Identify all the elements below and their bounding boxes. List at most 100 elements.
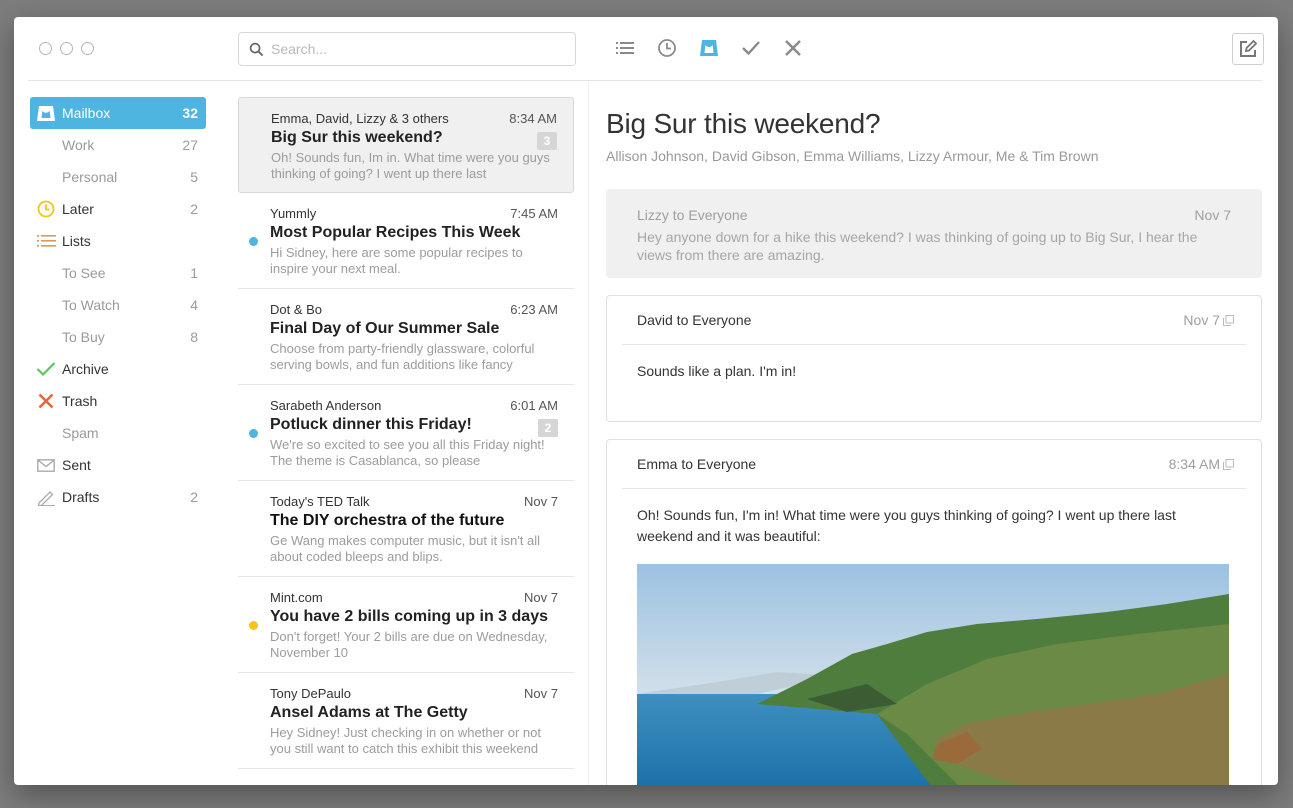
toolbar xyxy=(14,17,1278,81)
message-sender: David to Everyone xyxy=(637,312,752,328)
message-list-item[interactable]: Tony DePaulo Nov 7 Ansel Adams at The Ge… xyxy=(238,673,574,769)
message-header[interactable]: David to Everyone Nov 7 xyxy=(622,296,1246,345)
expand-icon[interactable] xyxy=(1223,314,1234,326)
sidebar-item-archive[interactable]: Archive xyxy=(30,353,206,385)
expand-icon[interactable] xyxy=(1223,458,1234,470)
thread-message: David to Everyone Nov 7 Sounds like a pl… xyxy=(606,295,1262,422)
message-preview: Oh! Sounds fun, Im in. What time were yo… xyxy=(271,150,550,181)
later-button[interactable] xyxy=(656,37,678,59)
sidebar-item-label: Mailbox xyxy=(62,105,111,121)
delete-button[interactable] xyxy=(782,37,804,59)
message-preview: Hey Sidney! Just checking in on whether … xyxy=(270,725,541,756)
message-body: Oh! Sounds fun, I'm in! What time were y… xyxy=(637,507,1176,544)
unread-dot xyxy=(249,429,258,438)
thread-view: Big Sur this weekend? Allison Johnson, D… xyxy=(606,97,1262,785)
sidebar-item-later[interactable]: Later 2 xyxy=(30,193,206,225)
message-subject: Most Popular Recipes This Week xyxy=(270,224,521,241)
message-list-item[interactable]: Sarabeth Anderson 6:01 AM Potluck dinner… xyxy=(238,385,574,481)
message-time: Nov 7 xyxy=(524,686,558,701)
sidebar-item-count: 5 xyxy=(190,169,198,185)
sidebar-item-mailbox[interactable]: Mailbox 32 xyxy=(30,97,206,129)
attached-photo[interactable] xyxy=(637,564,1229,785)
thread-participants: Allison Johnson, David Gibson, Emma Will… xyxy=(606,148,1099,164)
message-body-wrap: Oh! Sounds fun, I'm in! What time were y… xyxy=(607,489,1261,785)
message-subject: Ansel Adams at The Getty xyxy=(270,704,468,721)
message-preview: Choose from party-friendly glassware, co… xyxy=(270,341,535,372)
mailbox-icon xyxy=(700,40,718,56)
message-subject: Big Sur this weekend? xyxy=(271,129,443,146)
sidebar-item-spam[interactable]: Spam xyxy=(30,417,206,449)
message-date: 8:34 AM xyxy=(1168,456,1220,472)
message-subject: The DIY orchestra of the future xyxy=(270,512,505,529)
message-preview: Ge Wang makes computer music, but it isn… xyxy=(270,533,541,564)
message-sender: Emma to Everyone xyxy=(637,456,757,472)
message-time: 8:34 AM xyxy=(509,111,557,126)
clock-icon xyxy=(658,39,676,57)
x-icon xyxy=(785,40,801,56)
message-body: Sounds like a plan. I'm in! xyxy=(637,363,797,379)
sidebar-item-lists[interactable]: Lists xyxy=(30,225,206,257)
sidebar-item-label: Trash xyxy=(62,393,98,409)
list-button[interactable] xyxy=(614,37,636,59)
sidebar-item-label: To Watch xyxy=(62,297,120,313)
sidebar-item-count: 27 xyxy=(182,137,198,153)
message-list-item[interactable]: Emma, David, Lizzy & 3 others 8:34 AM Bi… xyxy=(238,97,574,193)
compose-button[interactable] xyxy=(1232,33,1264,65)
message-header[interactable]: Emma to Everyone 8:34 AM xyxy=(622,440,1246,489)
sidebar-item-drafts[interactable]: Drafts 2 xyxy=(30,481,206,513)
mailbox-button[interactable] xyxy=(698,37,720,59)
search-icon xyxy=(249,42,264,56)
sidebar: Mailbox 32 Work 27 Personal 5 Later 2 Li… xyxy=(30,97,206,513)
sidebar-item-label: Personal xyxy=(62,169,118,185)
message-sender: Mint.com xyxy=(270,590,323,605)
search-input[interactable] xyxy=(271,41,561,57)
minimize-window-button[interactable] xyxy=(60,42,73,55)
search-box[interactable] xyxy=(238,32,576,66)
thread-count-badge: 3 xyxy=(537,132,557,150)
sidebar-item-personal[interactable]: Personal 5 xyxy=(30,161,206,193)
message-time: 6:23 AM xyxy=(510,302,558,317)
archive-button[interactable] xyxy=(740,37,762,59)
column-divider xyxy=(588,81,589,785)
message-preview: We're so excited to see you all this Fri… xyxy=(270,437,545,468)
message-time: Nov 7 xyxy=(524,494,558,509)
sidebar-item-count: 2 xyxy=(190,201,198,217)
zoom-window-button[interactable] xyxy=(81,42,94,55)
message-subject: You have 2 bills coming up in 3 days xyxy=(270,608,548,625)
sidebar-item-sent[interactable]: Sent xyxy=(30,449,206,481)
message-actions xyxy=(614,37,804,59)
message-sender: Today's TED Talk xyxy=(270,494,370,509)
sidebar-item-count: 32 xyxy=(182,105,198,121)
message-list-item[interactable]: Today's TED Talk Nov 7 The DIY orchestra… xyxy=(238,481,574,577)
sidebar-item-label: To Buy xyxy=(62,329,105,345)
sidebar-item-to-see[interactable]: To See 1 xyxy=(30,257,206,289)
unread-dot xyxy=(249,237,258,246)
unread-dot xyxy=(249,621,258,630)
sidebar-item-count: 8 xyxy=(190,329,198,345)
message-time: Nov 7 xyxy=(524,590,558,605)
message-preview: Don't forget! Your 2 bills are due on We… xyxy=(270,629,548,660)
thread-message: Emma to Everyone 8:34 AM Oh! Sounds fun,… xyxy=(606,439,1262,785)
message-body: Hey anyone down for a hike this weekend?… xyxy=(637,229,1198,263)
message-subject: Potluck dinner this Friday! xyxy=(270,416,472,433)
message-list-item[interactable]: Dot & Bo 6:23 AM Final Day of Our Summer… xyxy=(238,289,574,385)
sidebar-item-to-buy[interactable]: To Buy 8 xyxy=(30,321,206,353)
thread-count-badge: 2 xyxy=(538,419,558,437)
sidebar-item-label: Archive xyxy=(62,361,109,377)
message-list: Emma, David, Lizzy & 3 others 8:34 AM Bi… xyxy=(238,97,574,769)
close-window-button[interactable] xyxy=(39,42,52,55)
sidebar-item-to-watch[interactable]: To Watch 4 xyxy=(30,289,206,321)
toolbar-divider xyxy=(28,80,1262,81)
message-date-group: Nov 7 xyxy=(1183,312,1234,328)
message-list-item[interactable]: Yummly 7:45 AM Most Popular Recipes This… xyxy=(238,193,574,289)
app-window: Mailbox 32 Work 27 Personal 5 Later 2 Li… xyxy=(14,17,1278,785)
message-list-item[interactable]: Mint.com Nov 7 You have 2 bills coming u… xyxy=(238,577,574,673)
sidebar-item-work[interactable]: Work 27 xyxy=(30,129,206,161)
collapsed-message[interactable]: Lizzy to Everyone Nov 7 Hey anyone down … xyxy=(606,189,1262,278)
thread-title: Big Sur this weekend? xyxy=(606,108,881,139)
message-time: 7:45 AM xyxy=(510,206,558,221)
mailbox-icon xyxy=(36,104,56,122)
sidebar-item-count: 4 xyxy=(190,297,198,313)
list-icon xyxy=(616,42,634,54)
sidebar-item-trash[interactable]: Trash xyxy=(30,385,206,417)
